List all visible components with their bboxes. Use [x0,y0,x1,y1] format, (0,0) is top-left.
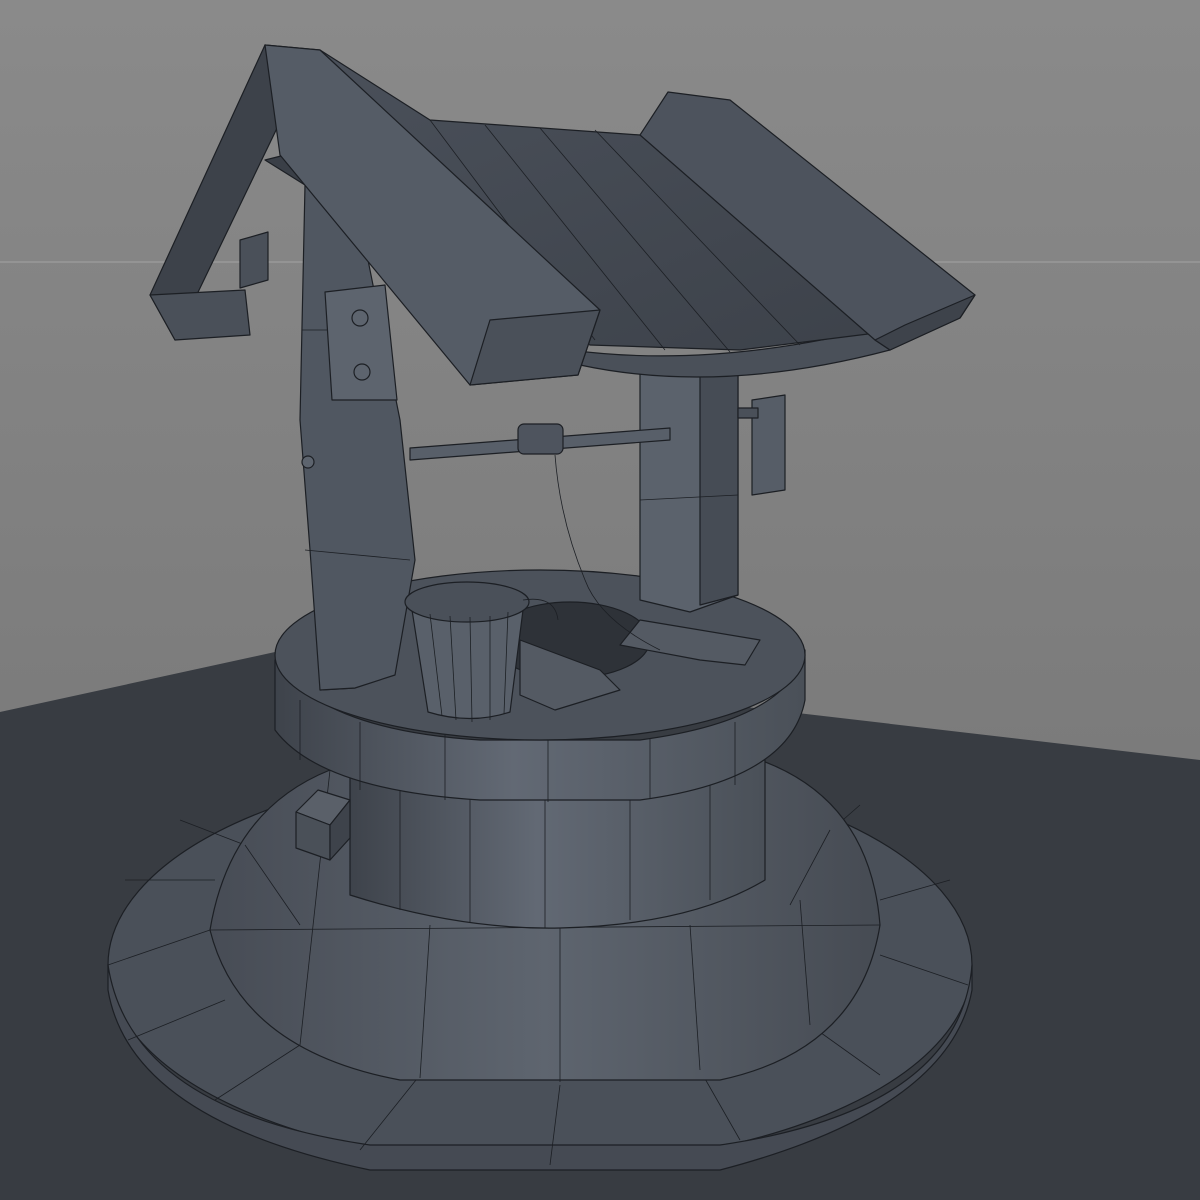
3d-viewport[interactable] [0,0,1200,1200]
scene-render [0,0,1200,1200]
